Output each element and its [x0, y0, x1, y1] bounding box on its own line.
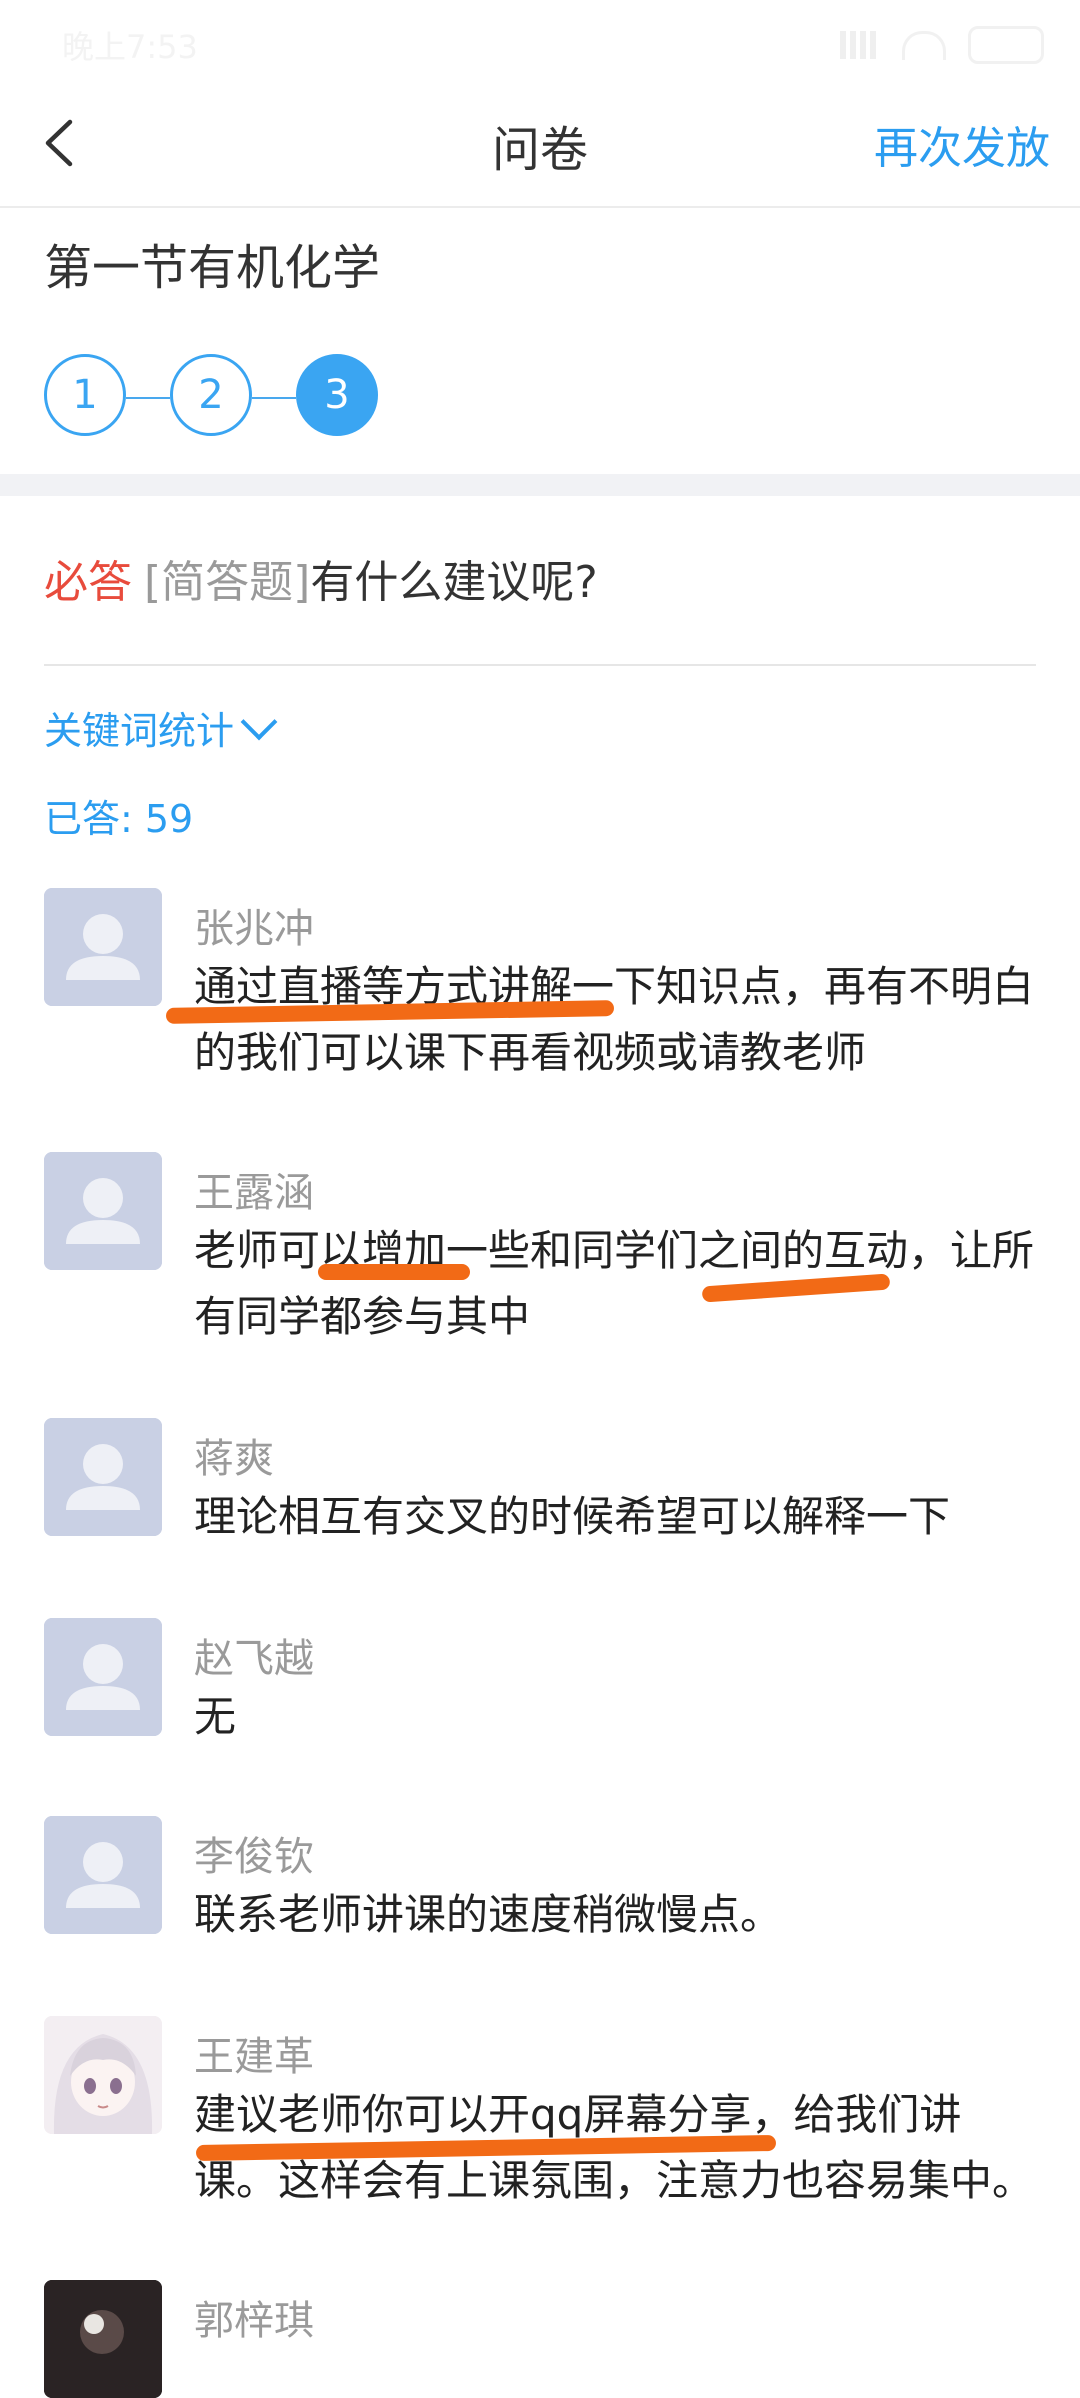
keyword-stats-toggle[interactable]: 关键词统计	[44, 700, 278, 755]
question-text: 有什么建议呢?	[310, 557, 598, 608]
answered-count: 已答: 59	[44, 797, 194, 841]
nav-bar: 问卷 再次发放	[0, 80, 1080, 208]
respondent-name: 赵飞越	[194, 1636, 314, 1682]
default-avatar-icon	[44, 1418, 162, 1536]
section-divider	[0, 474, 1080, 496]
step-connector	[126, 397, 170, 399]
photo-avatar	[44, 2280, 162, 2398]
respondent-name: 郭梓琪	[194, 2298, 314, 2344]
respondent-name: 王露涵	[194, 1170, 314, 1216]
list-item[interactable]: 赵飞越 无	[0, 1618, 1080, 1816]
list-item[interactable]: 王建革 建议老师你可以开qq屏幕分享，给我们讲课。这样会有上课氛围，注意力也容易…	[0, 2016, 1080, 2280]
battery-icon	[968, 26, 1044, 64]
divider	[44, 664, 1036, 666]
status-time: 晚上7:53	[62, 28, 198, 66]
signal-icon	[840, 31, 880, 59]
response-text: 联系老师讲课的速度稍微慢点。	[194, 1890, 783, 1939]
list-item[interactable]: 张兆冲 通过直播等方式讲解一下知识点，再有不明白的我们可以课下再看视频或请教老师	[0, 888, 1080, 1152]
required-label: 必答	[44, 557, 132, 608]
default-avatar-icon	[44, 888, 162, 1006]
chevron-down-icon	[240, 703, 278, 740]
question-heading: 必答 [简答题]有什么建议呢?	[44, 546, 598, 610]
list-item[interactable]: 王露涵 老师可以增加一些和同学们之间的互动，让所有同学都参与其中	[0, 1152, 1080, 1418]
respondent-name: 蒋爽	[194, 1436, 274, 1482]
respondent-name: 王建革	[194, 2034, 314, 2080]
default-avatar-icon	[44, 1816, 162, 1934]
default-avatar-icon	[44, 1618, 162, 1736]
status-bar: 晚上7:53	[0, 0, 1080, 80]
list-item[interactable]: 蒋爽 理论相互有交叉的时候希望可以解释一下	[0, 1418, 1080, 1618]
status-icons	[840, 26, 1044, 64]
step-indicator: 1 2 3	[44, 354, 384, 442]
response-text: 老师可以增加一些和同学们之间的互动，让所有同学都参与其中	[194, 1226, 1035, 1341]
list-item[interactable]: 李俊钦 联系老师讲课的速度稍微慢点。	[0, 1816, 1080, 2016]
step-1[interactable]: 1	[44, 354, 126, 436]
respondent-name: 张兆冲	[194, 906, 314, 952]
question-type: [简答题]	[144, 557, 311, 608]
wifi-icon	[902, 30, 946, 60]
redistribute-button[interactable]: 再次发放	[874, 112, 1050, 176]
survey-title: 第一节有机化学	[44, 240, 381, 296]
step-connector	[252, 397, 296, 399]
default-avatar-icon	[44, 1152, 162, 1270]
step-2[interactable]: 2	[170, 354, 252, 436]
step-3[interactable]: 3	[296, 354, 378, 436]
keyword-stats-label: 关键词统计	[44, 709, 235, 753]
response-text: 无	[194, 1692, 237, 1741]
highlight-mark	[318, 1264, 470, 1280]
respondent-name: 李俊钦	[194, 1834, 314, 1880]
response-text: 理论相互有交叉的时候希望可以解释一下	[194, 1492, 951, 1541]
anime-girl-avatar	[44, 2016, 162, 2134]
